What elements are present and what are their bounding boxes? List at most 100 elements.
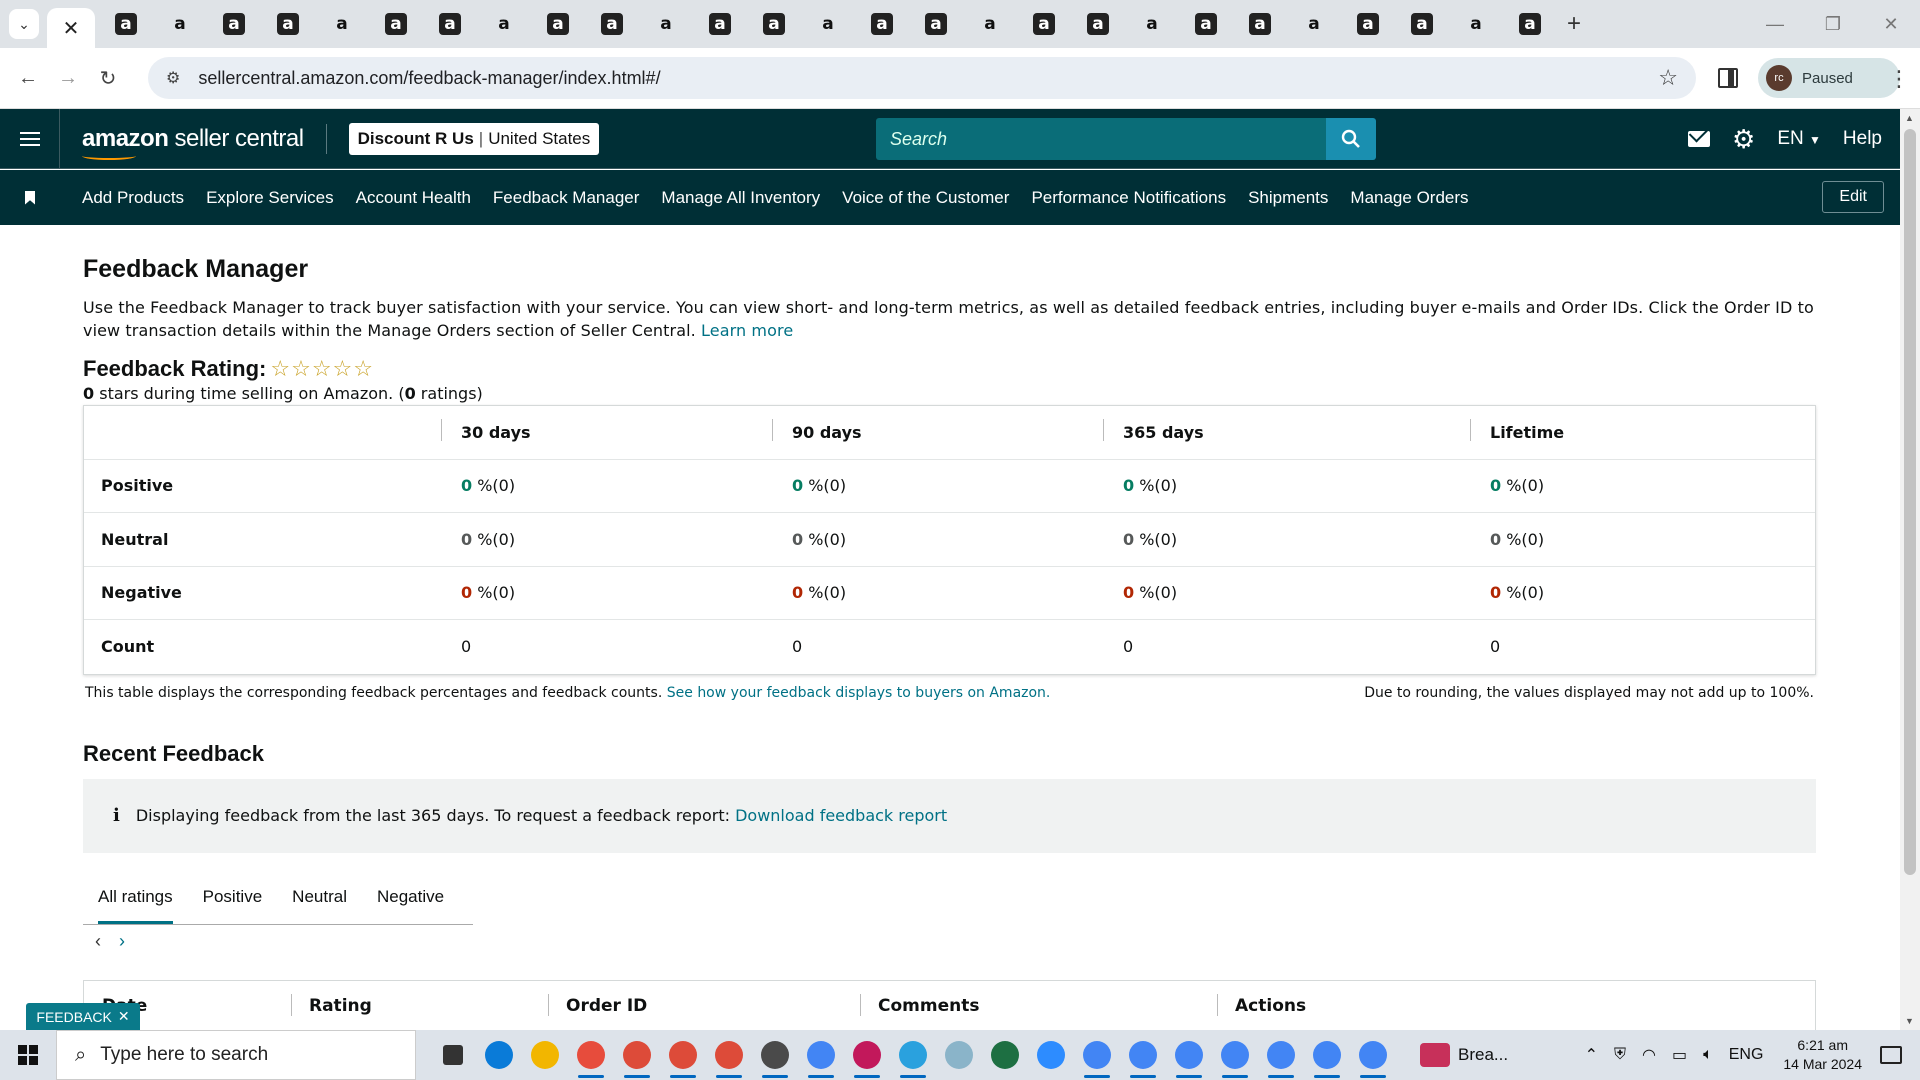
nav-item[interactable]: Add Products — [82, 188, 184, 208]
help-link[interactable]: Help — [1843, 128, 1882, 150]
next-page-icon[interactable]: › — [119, 931, 125, 952]
back-icon[interactable]: ← — [8, 67, 48, 90]
forward-icon[interactable]: → — [48, 67, 88, 90]
clock[interactable]: 6:21 am 14 Mar 2024 — [1783, 1036, 1862, 1074]
nav-item[interactable]: Manage Orders — [1350, 188, 1468, 208]
browser-tab[interactable]: a — [1125, 9, 1179, 39]
rating-tab[interactable]: Positive — [188, 870, 278, 924]
start-button[interactable] — [0, 1045, 56, 1065]
chrome-icon[interactable] — [844, 1030, 890, 1080]
app-icon[interactable] — [936, 1030, 982, 1080]
feedback-display-link[interactable]: See how your feedback displays to buyers… — [667, 685, 1051, 701]
browser-tab[interactable]: a — [99, 9, 153, 39]
settings-gear-icon[interactable]: ⚙ — [1732, 126, 1755, 152]
address-bar[interactable]: ⚙ sellercentral.amazon.com/feedback-mana… — [148, 57, 1696, 99]
nav-item[interactable]: Shipments — [1248, 188, 1328, 208]
rating-tab[interactable]: Negative — [362, 870, 459, 924]
chrome-icon[interactable] — [1074, 1030, 1120, 1080]
feedback-column-header[interactable]: Comments — [860, 993, 1217, 1016]
nav-item[interactable]: Explore Services — [206, 188, 334, 208]
site-info-icon[interactable]: ⚙ — [166, 68, 180, 88]
learn-more-link[interactable]: Learn more — [701, 321, 793, 340]
close-window-icon[interactable]: ✕ — [1862, 14, 1920, 35]
browser-tab[interactable]: a — [855, 9, 909, 39]
browser-tab[interactable]: a — [261, 9, 315, 39]
chrome-icon[interactable] — [1212, 1030, 1258, 1080]
browser-tab[interactable]: a — [1341, 9, 1395, 39]
app-icon[interactable] — [568, 1030, 614, 1080]
nav-item[interactable]: Feedback Manager — [493, 188, 639, 208]
browser-tab[interactable]: a — [801, 9, 855, 39]
browser-tab[interactable]: a — [153, 9, 207, 39]
telegram-icon[interactable] — [890, 1030, 936, 1080]
browser-tab[interactable]: a — [1071, 9, 1125, 39]
bookmark-icon[interactable] — [0, 190, 60, 205]
file-explorer-icon[interactable] — [522, 1030, 568, 1080]
profile-button[interactable]: rc Paused — [1758, 58, 1900, 98]
browser-tab[interactable]: a — [963, 9, 1017, 39]
zoom-icon[interactable] — [1028, 1030, 1074, 1080]
battery-icon[interactable]: ▭ — [1672, 1045, 1687, 1065]
scroll-up-icon[interactable]: ▲ — [1905, 113, 1914, 123]
chrome-icon[interactable] — [660, 1030, 706, 1080]
prev-page-icon[interactable]: ‹ — [95, 931, 101, 952]
tab-search-chevron-icon[interactable]: ⌄ — [9, 9, 39, 39]
language-selector[interactable]: EN ▼ — [1777, 128, 1821, 150]
chrome-icon[interactable] — [1304, 1030, 1350, 1080]
chrome-icon[interactable] — [1166, 1030, 1212, 1080]
chrome-icon[interactable] — [798, 1030, 844, 1080]
feedback-column-header[interactable]: Rating — [291, 993, 548, 1016]
browser-tab[interactable]: a — [585, 9, 639, 39]
browser-tab[interactable]: a — [1233, 9, 1287, 39]
browser-tab[interactable]: a — [207, 9, 261, 39]
browser-menu-icon[interactable]: ⋮ — [1888, 66, 1910, 92]
browser-tab[interactable]: a — [1449, 9, 1503, 39]
security-icon[interactable]: ⛨ — [1614, 1046, 1626, 1064]
edge-icon[interactable] — [476, 1030, 522, 1080]
nav-item[interactable]: Manage All Inventory — [661, 188, 820, 208]
browser-tab[interactable]: a — [315, 9, 369, 39]
edit-nav-button[interactable]: Edit — [1822, 181, 1884, 213]
store-selector[interactable]: Discount R Us | United States — [348, 122, 600, 155]
restore-icon[interactable]: ❐ — [1804, 14, 1862, 35]
chrome-icon[interactable] — [1350, 1030, 1396, 1080]
url-text[interactable]: sellercentral.amazon.com/feedback-manage… — [198, 68, 660, 89]
feedback-widget-tab[interactable]: FEEDBACK ✕ — [26, 1003, 140, 1030]
excel-icon[interactable] — [982, 1030, 1028, 1080]
taskbar-search[interactable]: ⌕ Type here to search — [56, 1030, 416, 1080]
browser-tab[interactable]: a — [909, 9, 963, 39]
minimize-icon[interactable]: — — [1746, 14, 1804, 35]
browser-tab[interactable]: a — [477, 9, 531, 39]
download-report-link[interactable]: Download feedback report — [735, 806, 947, 825]
browser-tab[interactable]: a — [639, 9, 693, 39]
browser-tab[interactable]: a — [1503, 9, 1557, 39]
browser-tab[interactable]: a — [747, 9, 801, 39]
hamburger-menu-icon[interactable] — [0, 108, 60, 169]
search-button[interactable] — [1326, 118, 1376, 160]
wifi-icon[interactable]: ◠ — [1642, 1045, 1656, 1065]
scrollbar-thumb[interactable] — [1904, 129, 1916, 875]
feedback-column-header[interactable]: Order ID — [548, 993, 860, 1016]
rating-tab[interactable]: Neutral — [277, 870, 362, 924]
chrome-icon[interactable] — [614, 1030, 660, 1080]
notifications-icon[interactable] — [1880, 1046, 1902, 1064]
nav-item[interactable]: Account Health — [356, 188, 471, 208]
browser-tab[interactable]: a — [531, 9, 585, 39]
chrome-icon[interactable] — [1258, 1030, 1304, 1080]
news-widget[interactable]: Brea... — [1420, 1043, 1508, 1067]
reload-icon[interactable]: ↻ — [88, 66, 128, 91]
rating-tab[interactable]: All ratings — [83, 870, 188, 924]
language-indicator[interactable]: ENG — [1729, 1046, 1764, 1064]
browser-tab[interactable]: a — [693, 9, 747, 39]
nav-item[interactable]: Performance Notifications — [1031, 188, 1226, 208]
task-view-icon[interactable] — [430, 1030, 476, 1080]
nav-item[interactable]: Voice of the Customer — [842, 188, 1009, 208]
chrome-icon[interactable] — [706, 1030, 752, 1080]
tray-chevron-icon[interactable]: ⌃ — [1585, 1045, 1598, 1065]
chrome-icon[interactable] — [1120, 1030, 1166, 1080]
browser-tab[interactable]: a — [1179, 9, 1233, 39]
page-scrollbar[interactable]: ▲ ▼ — [1900, 109, 1920, 1030]
chrome-icon[interactable] — [752, 1030, 798, 1080]
feedback-column-header[interactable]: Actions — [1217, 993, 1497, 1016]
bookmark-star-icon[interactable]: ☆ — [1658, 65, 1678, 91]
